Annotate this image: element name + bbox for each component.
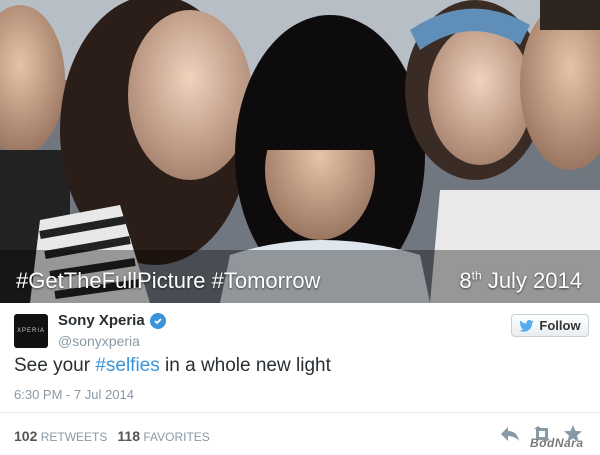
selfie-illustration	[0, 0, 600, 303]
tweet-text: See your #selfies in a whole new light	[14, 355, 331, 377]
twitter-bird-icon	[519, 319, 535, 332]
verified-icon	[149, 312, 166, 329]
favorites-count[interactable]: 118	[117, 428, 140, 444]
photo-date-rest: July 2014	[487, 268, 582, 293]
photo-date: 8th July 2014	[459, 268, 582, 294]
watermark: BodNara	[530, 436, 584, 450]
photo-date-suffix: th	[471, 268, 482, 283]
tweet-stats: 102 RETWEETS 118 FAVORITES	[14, 428, 210, 444]
hashtag-link[interactable]: #selfies	[95, 355, 159, 376]
follow-label: Follow	[539, 318, 581, 333]
favorites-label[interactable]: FAVORITES	[143, 430, 209, 444]
reply-icon[interactable]	[500, 426, 520, 447]
account-name[interactable]: Sony Xperia	[58, 312, 145, 329]
retweets-label[interactable]: RETWEETS	[41, 430, 108, 444]
tweet-text-after: in a whole new light	[159, 355, 331, 376]
follow-button[interactable]: Follow	[511, 314, 589, 337]
tweet-text-before: See your	[14, 355, 96, 376]
avatar[interactable]: XPERIA	[14, 314, 48, 348]
tweet-photo[interactable]: #GetTheFullPicture #Tomorrow 8th July 20…	[0, 0, 600, 303]
divider	[0, 412, 600, 413]
account-name-row[interactable]: Sony Xperia	[58, 312, 166, 329]
photo-caption: #GetTheFullPicture #Tomorrow	[16, 268, 321, 293]
photo-date-day: 8	[459, 268, 472, 293]
account-handle[interactable]: @sonyxperia	[58, 333, 140, 349]
retweets-count[interactable]: 102	[14, 428, 37, 444]
tweet-timestamp[interactable]: 6:30 PM - 7 Jul 2014	[14, 387, 134, 402]
avatar-logo-text: XPERIA	[16, 328, 45, 334]
